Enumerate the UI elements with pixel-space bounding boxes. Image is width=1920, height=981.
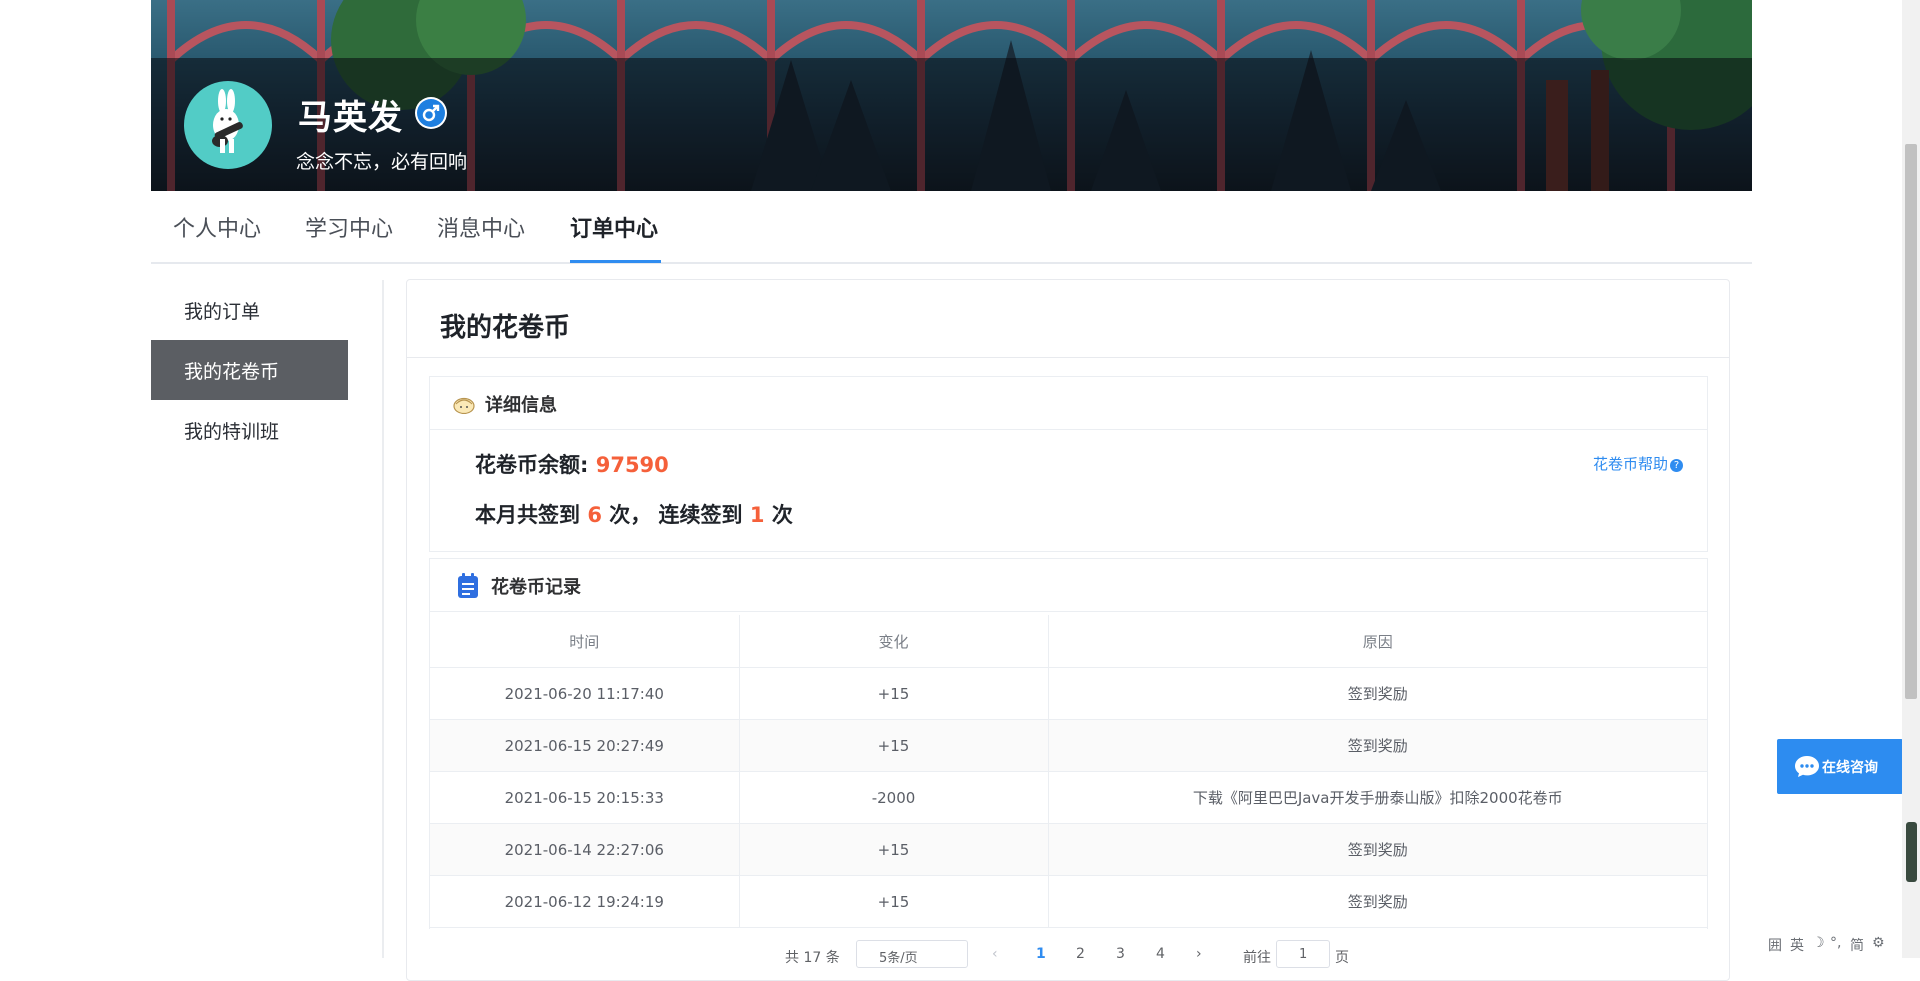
table-row: 2021-06-15 20:27:49 +15 签到奖励: [430, 719, 1707, 772]
record-change: +15: [739, 823, 1049, 876]
tab-order-center[interactable]: 订单中心: [570, 211, 658, 243]
avatar[interactable]: [184, 81, 272, 169]
profile-banner: 马英发 念念不忘，必有回响: [151, 0, 1752, 191]
scrollbar-thumb[interactable]: [1905, 144, 1917, 699]
record-time: 2021-06-14 22:27:06: [430, 823, 740, 876]
record-change: +15: [739, 667, 1049, 720]
page-2[interactable]: 2: [1076, 946, 1085, 962]
column-header-time[interactable]: 时间: [430, 615, 740, 668]
record-reason: 签到奖励: [1048, 667, 1707, 720]
username: 马英发: [298, 98, 403, 138]
record-change: +15: [739, 719, 1049, 772]
active-tab-indicator: [570, 260, 661, 263]
table-row: 2021-06-12 19:24:19 +15 签到奖励: [430, 875, 1707, 928]
column-header-change[interactable]: 变化: [739, 615, 1049, 668]
record-reason: 下载《阿里巴巴Java开发手册泰山版》扣除2000花卷币: [1048, 771, 1707, 824]
table-header-row: 时间 变化 原因: [430, 615, 1707, 668]
prev-page-icon[interactable]: ‹: [992, 946, 998, 962]
record-reason: 签到奖励: [1048, 875, 1707, 928]
page-3[interactable]: 3: [1116, 946, 1125, 962]
tab-message-center[interactable]: 消息中心: [437, 211, 525, 243]
page-size-select[interactable]: 5条/页: [856, 940, 968, 968]
ime-grid-icon[interactable]: 囲: [1768, 935, 1782, 955]
chat-bubble-icon: [1795, 756, 1819, 777]
record-change: +15: [739, 875, 1049, 928]
record-reason: 签到奖励: [1048, 823, 1707, 876]
sign-prefix: 本月共签到: [475, 503, 580, 527]
sign-in-summary: 本月共签到 6 次， 连续签到 1 次: [475, 499, 793, 529]
record-change: -2000: [739, 771, 1049, 824]
goto-suffix: 页: [1335, 950, 1349, 966]
column-header-reason[interactable]: 原因: [1048, 615, 1707, 668]
sign-mid: 次， 连续签到: [609, 503, 743, 527]
sidebar-item-my-coins[interactable]: 我的花卷币: [151, 340, 348, 400]
goto-page-input[interactable]: 1: [1276, 940, 1330, 968]
sidebar-item-my-orders[interactable]: 我的订单: [151, 280, 348, 340]
records-panel: 花卷币记录 时间 变化 原因 2021-06-20 11:17:40 +15 签…: [429, 558, 1708, 929]
male-icon: [415, 97, 447, 129]
page-1[interactable]: 1: [1036, 946, 1046, 962]
record-time: 2021-06-15 20:15:33: [430, 771, 740, 824]
sidebar-item-label: 我的特训班: [184, 421, 280, 443]
coin-help-link[interactable]: 花卷币帮助?: [1593, 453, 1683, 474]
side-widget: [1906, 822, 1917, 882]
online-consult-button[interactable]: 在线咨询: [1777, 739, 1903, 794]
next-page-icon[interactable]: ›: [1196, 946, 1202, 962]
goto-label: 前往: [1243, 950, 1271, 966]
detail-panel: 详细信息 花卷币余额: 97590 本月共签到 6 次， 连续签到 1 次 花卷…: [429, 376, 1708, 552]
sign-suffix: 次: [771, 503, 793, 527]
coin-balance: 花卷币余额: 97590: [475, 449, 669, 479]
ime-lang-toggle[interactable]: 英: [1790, 935, 1804, 955]
record-time: 2021-06-15 20:27:49: [430, 719, 740, 772]
record-reason: 签到奖励: [1048, 719, 1707, 772]
page-gutter: [0, 0, 151, 958]
balance-label: 花卷币余额:: [475, 453, 589, 477]
sign-streak: 1: [749, 503, 765, 527]
ime-punctuation-toggle[interactable]: °,: [1830, 935, 1841, 951]
notepad-icon: [458, 573, 478, 598]
goto-page-value: 1: [1299, 947, 1308, 962]
page-container: 马英发 念念不忘，必有回响 个人中心 学习中心 消息中心 订单中心 我的订单 我…: [151, 0, 1752, 981]
table-row: 2021-06-20 11:17:40 +15 签到奖励: [430, 667, 1707, 720]
help-link-label: 花卷币帮助: [1592, 455, 1668, 473]
sidebar-item-label: 我的花卷币: [184, 361, 280, 383]
records-panel-title: 花卷币记录: [491, 577, 581, 598]
coins-card: 我的花卷币 详细信息 花卷币余额: 97590 本月共签到 6 次， 连续签到: [406, 279, 1730, 981]
sidebar-item-my-training[interactable]: 我的特训班: [151, 400, 348, 460]
user-motto: 念念不忘，必有回响: [296, 151, 468, 173]
balance-value: 97590: [595, 453, 669, 477]
detail-panel-header: 详细信息: [430, 377, 1707, 430]
sidebar-divider: [382, 280, 384, 958]
page-title: 我的花卷币: [440, 313, 571, 343]
question-icon: ?: [1670, 459, 1683, 472]
consult-label: 在线咨询: [1822, 760, 1878, 776]
table-row: 2021-06-14 22:27:06 +15 签到奖励: [430, 823, 1707, 876]
tab-personal-center[interactable]: 个人中心: [173, 211, 261, 243]
sidebar-item-label: 我的订单: [184, 301, 261, 323]
detail-panel-title: 详细信息: [485, 395, 557, 416]
record-time: 2021-06-12 19:24:19: [430, 875, 740, 928]
record-time: 2021-06-20 11:17:40: [430, 667, 740, 720]
sidebar: 我的订单 我的花卷币 我的特训班: [151, 262, 382, 958]
ime-moon-icon[interactable]: ☽: [1812, 935, 1825, 951]
sign-count: 6: [587, 503, 602, 527]
tab-learning-center[interactable]: 学习中心: [305, 211, 393, 243]
page-scrollbar[interactable]: [1902, 0, 1920, 958]
records-table: 时间 变化 原因 2021-06-20 11:17:40 +15 签到奖励 20…: [430, 615, 1707, 928]
center-nav: 个人中心 学习中心 消息中心 订单中心: [151, 191, 1752, 264]
pagination-total: 共 17 条: [785, 950, 840, 966]
ime-simplified-toggle[interactable]: 简: [1850, 935, 1864, 955]
table-row: 2021-06-15 20:15:33 -2000 下载《阿里巴巴Java开发手…: [430, 771, 1707, 824]
bun-icon: [453, 397, 475, 414]
page-4[interactable]: 4: [1156, 946, 1165, 962]
rabbit-guitar-icon: [212, 89, 243, 153]
records-panel-header: 花卷币记录: [430, 559, 1707, 612]
page-size-value: 5条/页: [879, 951, 918, 966]
ime-settings-icon[interactable]: ⚙: [1872, 935, 1885, 951]
title-divider: [407, 357, 1729, 358]
